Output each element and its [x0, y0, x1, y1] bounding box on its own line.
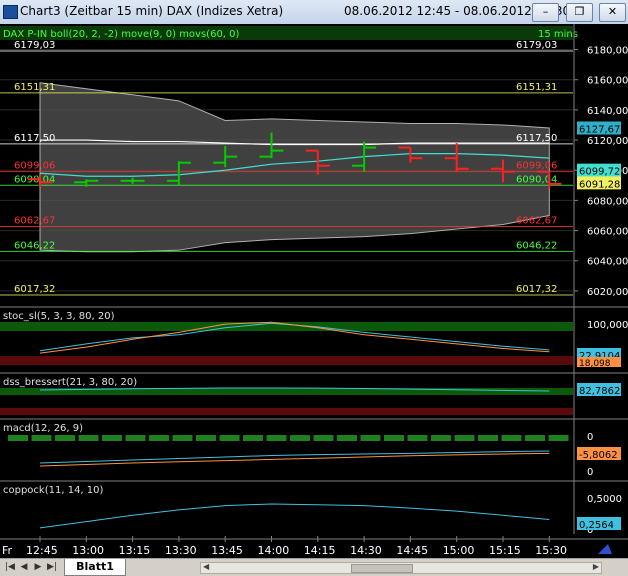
- y-tick-label: 6080,00: [587, 196, 628, 207]
- horizontal-scrollbar[interactable]: ◀ ▶: [200, 562, 602, 574]
- macd-histogram-bar: [337, 435, 357, 441]
- level-label-left: 6062,67: [14, 216, 55, 227]
- x-tick-label: 14:45: [396, 544, 428, 557]
- macd-histogram-bar: [525, 435, 545, 441]
- panel-tick-label: 0: [587, 432, 593, 443]
- panel-tick-label: 100,0000: [587, 320, 628, 331]
- chart-app-icon: [3, 5, 18, 19]
- y-tick-label: 6120,00: [587, 136, 628, 147]
- macd-histogram-bar: [266, 435, 287, 441]
- panel-label: macd(12, 26, 9): [3, 423, 83, 434]
- panel-value-label2: 18,098: [579, 359, 611, 369]
- macd-histogram-bar: [384, 435, 404, 441]
- macd-histogram-bar: [501, 435, 522, 441]
- macd-histogram-bar: [8, 435, 28, 441]
- y-tick-label: 6020,00: [587, 287, 628, 298]
- window-titlebar: Chart3 (Zeitbar 15 min) DAX (Indizes Xet…: [0, 0, 628, 25]
- overbought-zone: [0, 322, 573, 331]
- y-tick-label: 6140,00: [587, 106, 628, 117]
- next-sheet-icon[interactable]: ▶: [32, 561, 44, 573]
- status-bar: |◀ ◀ ▶ ▶| Blatt1 ◀ ▶: [0, 558, 628, 576]
- macd-histogram-bar: [31, 435, 52, 441]
- x-tick-label: 13:30: [165, 544, 197, 557]
- y-tick-label: 6160,00: [587, 76, 628, 87]
- x-tick-label: 13:15: [119, 544, 151, 557]
- price-tag-label: 6099,72: [579, 167, 620, 178]
- macd-histogram-bar: [196, 435, 216, 441]
- macd-histogram-bar: [454, 435, 475, 441]
- macd-histogram-bar: [125, 435, 146, 441]
- macd-histogram-bar: [172, 435, 193, 441]
- panel-label: dss_bressert(21, 3, 80, 20): [3, 377, 137, 388]
- level-label-left: 6179,03: [14, 40, 55, 51]
- macd-histogram-bar: [431, 435, 451, 441]
- minimize-button[interactable]: –: [532, 3, 559, 22]
- close-icon: ✕: [607, 5, 618, 18]
- panel-label: stoc_sl(5, 3, 3, 80, 20): [3, 311, 115, 322]
- price-tag-label: 6127,67: [579, 124, 620, 135]
- macd-histogram-bar: [290, 435, 310, 441]
- level-label-left: 6017,32: [14, 284, 55, 295]
- level-label-right: 6179,03: [516, 40, 557, 51]
- panel-value-label: 0,2564: [579, 520, 614, 531]
- x-tick-label: 13:00: [72, 544, 104, 557]
- window-title: Chart3 (Zeitbar 15 min) DAX (Indizes Xet…: [20, 4, 284, 18]
- first-sheet-icon[interactable]: |◀: [4, 561, 16, 573]
- x-axis-day-label: Fr: [2, 544, 13, 557]
- level-label-left: 6117,50: [14, 133, 55, 144]
- macd-histogram-bar: [219, 435, 240, 441]
- restore-button[interactable]: ❐: [566, 3, 593, 22]
- level-label-left: 6046,22: [14, 240, 55, 251]
- level-label-right: 6062,67: [516, 216, 557, 227]
- macd-histogram-bar: [360, 435, 381, 441]
- price-tag-label: 6091,28: [579, 179, 620, 190]
- level-label-right: 6046,22: [516, 240, 557, 251]
- level-label-right: 6117,50: [516, 133, 557, 144]
- scroll-left-icon[interactable]: ◀: [203, 562, 209, 571]
- macd-histogram-bar: [243, 435, 263, 441]
- macd-histogram-bar: [55, 435, 75, 441]
- macd-histogram-bar: [78, 435, 99, 441]
- level-label-left: 6151,31: [14, 82, 55, 93]
- y-tick-label: 6060,00: [587, 227, 628, 238]
- panel-value-label: 82,7862: [579, 386, 620, 397]
- level-label-left: 6099,06: [14, 161, 55, 172]
- macd-histogram-bar: [548, 435, 569, 441]
- oversold-zone: [0, 356, 573, 365]
- level-label-right: 6151,31: [516, 82, 557, 93]
- x-tick-label: 14:30: [350, 544, 382, 557]
- scroll-right-icon[interactable]: ▶: [593, 562, 599, 571]
- x-tick-label: 13:45: [211, 544, 243, 557]
- scroll-thumb[interactable]: [351, 564, 413, 573]
- close-button[interactable]: ✕: [599, 3, 626, 22]
- y-tick-label: 6180,00: [587, 46, 628, 57]
- macd-histogram-bar: [149, 435, 169, 441]
- macd-histogram-bar: [478, 435, 498, 441]
- panel-label: coppock(11, 14, 10): [3, 485, 104, 496]
- last-sheet-icon[interactable]: ▶|: [46, 561, 58, 573]
- x-tick-label: 15:30: [535, 544, 567, 557]
- prev-sheet-icon[interactable]: ◀: [18, 561, 30, 573]
- level-label-right: 6099,06: [516, 161, 557, 172]
- chart-interval-label: 15 mins: [538, 29, 578, 40]
- level-label-right: 6017,32: [516, 284, 557, 295]
- macd-histogram-bar: [313, 435, 334, 441]
- macd-histogram-bar: [407, 435, 428, 441]
- restore-icon: ❐: [574, 5, 585, 18]
- macd-histogram-bar: [102, 435, 122, 441]
- y-tick-label: 6040,00: [587, 257, 628, 268]
- panel-tick-label: 0: [587, 467, 593, 478]
- x-tick-label: 12:45: [26, 544, 58, 557]
- x-tick-label: 14:15: [304, 544, 336, 557]
- chart-area[interactable]: DAX P-IN boll(20, 2, -2) move(9, 0) movs…: [0, 24, 628, 558]
- panel-value-label: -5,8062: [579, 450, 618, 461]
- x-tick-label: 14:00: [258, 544, 290, 557]
- x-tick-label: 15:00: [443, 544, 475, 557]
- panel-tick-label: 0,5000: [587, 494, 622, 505]
- chart-header-label: DAX P-IN boll(20, 2, -2) move(9, 0) movs…: [3, 29, 240, 40]
- x-tick-label: 15:15: [489, 544, 521, 557]
- minimize-icon: –: [542, 5, 549, 18]
- sheet-tab-blatt1[interactable]: Blatt1: [64, 559, 126, 576]
- oversold-zone: [0, 408, 573, 415]
